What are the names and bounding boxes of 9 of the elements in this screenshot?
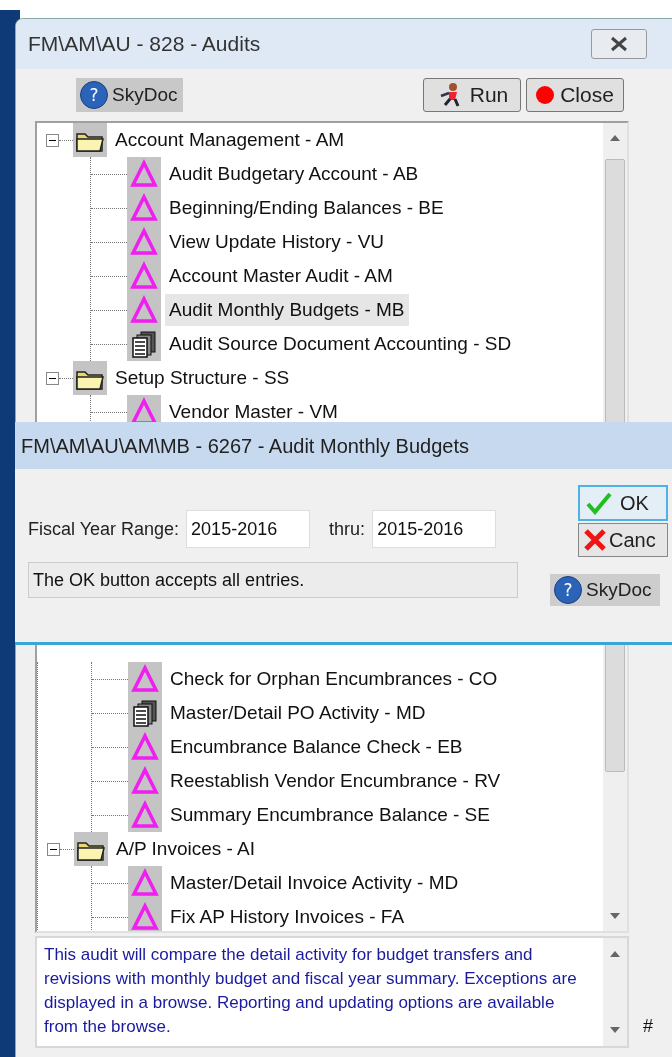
dialog-title: FM\AM\AU\AM\MB - 6267 - Audit Monthly Budgets (21, 433, 469, 459)
help-icon: ? (554, 576, 582, 604)
corner-mark: # (643, 1015, 653, 1038)
field-label: thru: (329, 517, 366, 541)
window-title: FM\AM\AU - 828 - Audits (28, 31, 261, 58)
status-message: The OK button accepts all entries. (28, 562, 518, 598)
description-text: This audit will compare the detail activity for budget transfers and revisions with monthly budget and fiscal year summary. Exceptions are displayed in a browse. Reporting and updating options are available from the browse. (43, 944, 578, 1038)
field-label: Fiscal Year Range: (28, 517, 180, 541)
help-icon: ? (80, 81, 108, 109)
